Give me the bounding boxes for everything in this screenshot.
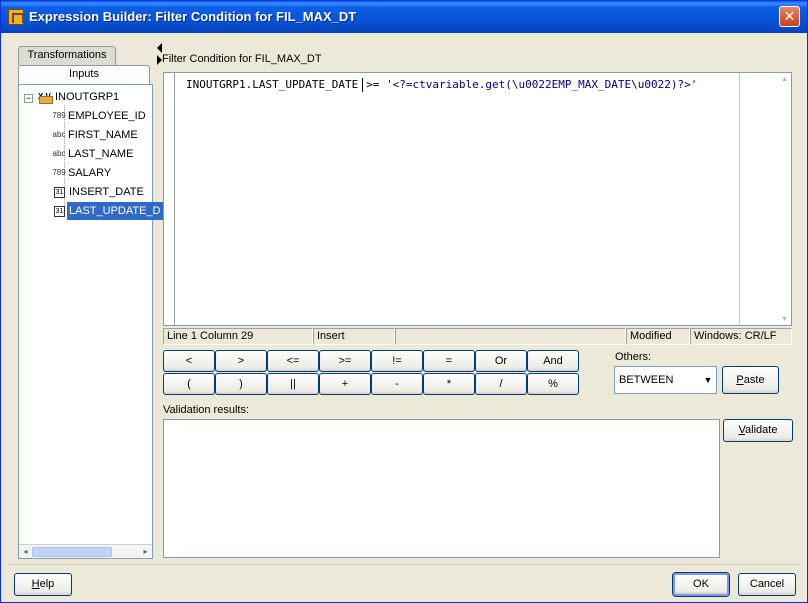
ok-button[interactable]: OK — [673, 573, 729, 596]
status-modified: Modified — [626, 328, 690, 345]
tab-inputs[interactable]: Inputs — [18, 65, 150, 84]
op-and-button[interactable]: And — [527, 350, 579, 372]
op-less-equal-button[interactable]: <= — [267, 350, 319, 372]
tree-item-label: LAST_NAME — [68, 148, 134, 160]
validation-label: Validation results: — [163, 404, 250, 416]
code-string-literal: '<?=ctvariable.get(\u0022EMP_MAX_DATE\u0… — [386, 78, 698, 91]
scroll-up-icon[interactable]: ▴ — [778, 73, 791, 85]
paste-mnemonic: P — [736, 374, 744, 386]
op-multiply-button[interactable]: * — [423, 373, 475, 395]
op-close-paren-button[interactable]: ) — [215, 373, 267, 395]
tab-transformations[interactable]: Transformations — [18, 46, 116, 65]
expression-code[interactable]: INOUTGRP1.LAST_UPDATE_DATE >= '<?=ctvaria… — [186, 78, 697, 92]
inputs-tree[interactable]: − X.V INOUTGRP1 789 EMPLOYEE_ID abc FIRST_N… — [18, 84, 163, 559]
tree-item-label: FIRST_NAME — [68, 129, 138, 141]
tree-item-label: LAST_UPDATE_D — [67, 202, 163, 220]
others-dropdown[interactable]: BETWEEN ▼ — [614, 366, 717, 394]
status-position: Line 1 Column 29 — [163, 328, 313, 345]
validate-button[interactable]: Validate — [723, 419, 793, 442]
op-greater-equal-button[interactable]: >= — [319, 350, 371, 372]
scroll-thumb[interactable] — [32, 547, 112, 557]
tree-item-label: INSERT_DATE — [69, 186, 144, 198]
code-operator: >= — [366, 78, 380, 91]
editor-label: Filter Condition for FIL_MAX_DT — [162, 53, 322, 65]
string-type-icon: abc — [52, 149, 66, 159]
help-mnemonic: H — [31, 578, 40, 590]
tree-item-insert-date[interactable]: 31 INSERT_DATE — [54, 183, 146, 201]
paste-label-rest: aste — [743, 374, 765, 386]
scroll-left-icon[interactable]: ◂ — [19, 545, 32, 559]
numeric-type-icon: 789 — [52, 111, 66, 121]
op-or-button[interactable]: Or — [475, 350, 527, 372]
code-identifier: INOUTGRP1.LAST_UPDATE_DATE — [186, 78, 359, 91]
close-button[interactable]: ✕ — [779, 6, 800, 27]
tree-horizontal-scrollbar[interactable]: ◂ ▸ — [19, 544, 152, 558]
tree-item-last-name[interactable]: abc LAST_NAME — [52, 145, 135, 163]
tree-item-salary[interactable]: 789 SALARY — [52, 164, 113, 182]
validation-results-area[interactable] — [163, 419, 720, 558]
status-mode: Insert — [313, 328, 395, 345]
string-type-icon: abc — [52, 130, 66, 140]
op-modulo-button[interactable]: % — [527, 373, 579, 395]
footer-separator — [9, 564, 799, 565]
scroll-right-icon[interactable]: ▸ — [139, 545, 152, 559]
op-equal-button[interactable]: = — [423, 350, 475, 372]
op-less-than-button[interactable]: < — [163, 350, 215, 372]
collapse-icon[interactable]: − — [24, 94, 33, 103]
tree-item-last-update-date[interactable]: 31 LAST_UPDATE_D — [54, 202, 163, 220]
op-not-equal-button[interactable]: != — [371, 350, 423, 372]
status-line-endings: Windows: CR/LF — [690, 328, 792, 345]
tree-node-label: INOUTGRP1 — [55, 91, 120, 103]
op-plus-button[interactable]: + — [319, 373, 371, 395]
editor-vertical-scrollbar[interactable]: ▴ ▾ — [778, 73, 791, 325]
close-icon: ✕ — [783, 8, 796, 24]
calendar-icon: 31 — [54, 205, 65, 217]
expression-builder-dialog: Expression Builder: Filter Condition for… — [0, 0, 808, 603]
right-margin-line — [739, 73, 740, 325]
editor-status-bar: Line 1 Column 29 Insert Modified Windows… — [163, 328, 792, 345]
tree-item-first-name[interactable]: abc FIRST_NAME — [52, 126, 140, 144]
group-xv-icon: X.V — [37, 90, 53, 105]
tree-item-employee-id[interactable]: 789 EMPLOYEE_ID — [52, 107, 148, 125]
op-open-paren-button[interactable]: ( — [163, 373, 215, 395]
app-icon — [8, 9, 24, 25]
help-button[interactable]: Help — [14, 573, 72, 596]
scroll-down-icon[interactable]: ▾ — [778, 313, 791, 325]
op-concat-button[interactable]: || — [267, 373, 319, 395]
window-title: Expression Builder: Filter Condition for… — [29, 9, 357, 24]
text-caret — [362, 78, 364, 92]
others-selected-value: BETWEEN — [619, 374, 674, 386]
title-bar[interactable]: Expression Builder: Filter Condition for… — [1, 1, 807, 33]
op-minus-button[interactable]: - — [371, 373, 423, 395]
paste-button[interactable]: Paste — [722, 366, 779, 394]
tree-item-label: SALARY — [68, 167, 112, 179]
others-label: Others: — [615, 351, 652, 363]
calendar-icon: 31 — [54, 186, 65, 198]
validate-label-rest: alidate — [745, 424, 778, 436]
chevron-down-icon[interactable]: ▼ — [700, 367, 716, 393]
collapse-left-icon[interactable] — [157, 43, 162, 53]
expression-editor[interactable]: INOUTGRP1.LAST_UPDATE_DATE >= '<?=ctvaria… — [163, 72, 792, 326]
help-label-rest: elp — [39, 578, 55, 590]
op-divide-button[interactable]: / — [475, 373, 527, 395]
group-icon-text: X.V — [38, 92, 51, 102]
cancel-button[interactable]: Cancel — [738, 573, 796, 596]
numeric-type-icon: 789 — [52, 168, 66, 178]
op-greater-than-button[interactable]: > — [215, 350, 267, 372]
tree-item-label: EMPLOYEE_ID — [68, 110, 146, 122]
tree-node-inoutgrp1[interactable]: X.V INOUTGRP1 — [37, 88, 121, 106]
editor-gutter — [164, 73, 175, 325]
status-middle — [395, 328, 626, 345]
